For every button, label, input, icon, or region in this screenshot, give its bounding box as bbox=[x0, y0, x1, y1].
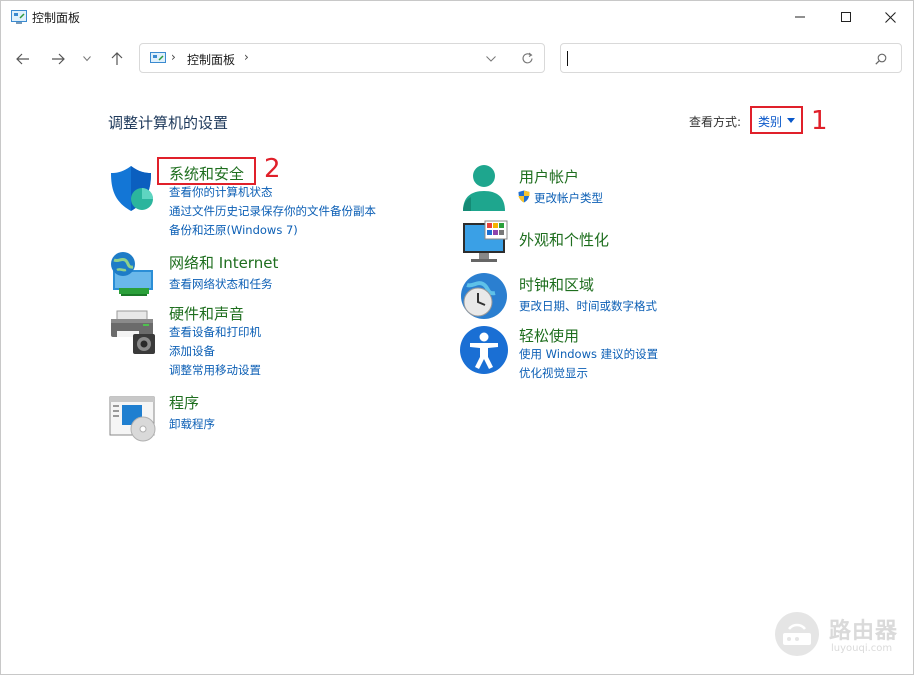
arrow-left-icon bbox=[16, 53, 29, 65]
accessibility-icon[interactable] bbox=[459, 325, 509, 375]
watermark: 路由器 luyouqi.com bbox=[771, 611, 901, 661]
title-bar: 控制面板 bbox=[1, 1, 913, 33]
appearance-monitor-icon[interactable] bbox=[459, 217, 509, 267]
view-by-label: 查看方式: bbox=[689, 115, 742, 129]
view-by-value[interactable]: 类别 bbox=[758, 113, 782, 130]
maximize-button[interactable] bbox=[823, 1, 869, 33]
link-uninstall-program[interactable]: 卸载程序 bbox=[169, 416, 215, 432]
network-globe-icon[interactable] bbox=[107, 250, 157, 300]
chevron-down-icon bbox=[83, 56, 91, 62]
chevron-right-icon[interactable]: › bbox=[244, 50, 249, 64]
watermark-text: 路由器 bbox=[829, 619, 899, 644]
search-input[interactable] bbox=[560, 43, 902, 73]
caret-down-icon[interactable] bbox=[787, 118, 795, 123]
category-system-security[interactable]: 系统和安全 bbox=[169, 163, 244, 184]
page-title: 调整计算机的设置 bbox=[108, 114, 229, 132]
annotation-marker-1: 1 bbox=[811, 106, 828, 136]
category-network-internet[interactable]: 网络和 Internet bbox=[169, 252, 278, 273]
control-panel-icon bbox=[11, 10, 27, 24]
link-view-computer-status[interactable]: 查看你的计算机状态 bbox=[169, 184, 273, 200]
link-file-history[interactable]: 通过文件历史记录保存你的文件备份副本 bbox=[169, 203, 376, 219]
user-account-icon[interactable] bbox=[459, 163, 509, 213]
breadcrumb-control-panel[interactable]: 控制面板 bbox=[187, 51, 235, 68]
address-dropdown-icon[interactable] bbox=[486, 56, 496, 62]
category-hardware-sound[interactable]: 硬件和声音 bbox=[169, 303, 244, 324]
close-icon bbox=[884, 11, 896, 23]
text-cursor bbox=[567, 51, 568, 66]
link-mobility-settings[interactable]: 调整常用移动设置 bbox=[169, 362, 261, 378]
uac-shield-icon bbox=[518, 190, 530, 203]
link-devices-printers[interactable]: 查看设备和打印机 bbox=[169, 324, 261, 340]
link-change-account-type[interactable]: 更改帐户类型 bbox=[534, 190, 603, 206]
clock-globe-icon[interactable] bbox=[459, 271, 509, 321]
search-icon[interactable] bbox=[875, 53, 887, 65]
forward-button[interactable] bbox=[46, 47, 70, 71]
refresh-icon[interactable] bbox=[521, 52, 534, 65]
arrow-right-icon bbox=[52, 53, 65, 65]
minimize-icon bbox=[795, 16, 805, 18]
category-programs[interactable]: 程序 bbox=[169, 392, 199, 413]
category-clock-region[interactable]: 时钟和区域 bbox=[519, 274, 594, 295]
shield-icon[interactable] bbox=[107, 164, 157, 214]
link-change-date-time-format[interactable]: 更改日期、时间或数字格式 bbox=[519, 298, 657, 314]
category-ease-of-access[interactable]: 轻松使用 bbox=[519, 325, 579, 346]
control-panel-icon bbox=[150, 52, 166, 63]
watermark-url: luyouqi.com bbox=[831, 643, 893, 654]
link-optimize-visual-display[interactable]: 优化视觉显示 bbox=[519, 365, 588, 381]
view-by-dropdown[interactable]: 类别 bbox=[750, 106, 803, 134]
printer-speaker-icon[interactable] bbox=[107, 307, 157, 357]
close-button[interactable] bbox=[867, 1, 913, 33]
chevron-right-icon[interactable]: › bbox=[171, 50, 176, 64]
router-logo-icon bbox=[775, 612, 819, 656]
back-button[interactable] bbox=[11, 47, 35, 71]
category-user-accounts[interactable]: 用户帐户 bbox=[519, 166, 579, 187]
window-title: 控制面板 bbox=[32, 11, 81, 25]
category-appearance-personalization[interactable]: 外观和个性化 bbox=[519, 229, 609, 250]
recent-locations-button[interactable] bbox=[77, 47, 97, 71]
arrow-up-icon bbox=[111, 52, 123, 65]
address-bar[interactable]: › 控制面板 › bbox=[139, 43, 545, 73]
link-backup-restore[interactable]: 备份和还原(Windows 7) bbox=[169, 222, 298, 238]
maximize-icon bbox=[841, 12, 851, 22]
up-button[interactable] bbox=[105, 47, 129, 71]
link-network-status[interactable]: 查看网络状态和任务 bbox=[169, 276, 273, 292]
annotation-marker-2: 2 bbox=[264, 154, 281, 184]
link-recommended-settings[interactable]: 使用 Windows 建议的设置 bbox=[519, 346, 658, 362]
programs-icon[interactable] bbox=[107, 393, 157, 443]
control-panel-window: 控制面板 › 控制面板 › 调整计算机的设置 查看方式: 类别 1 系统和安全 … bbox=[0, 0, 914, 675]
minimize-button[interactable] bbox=[777, 1, 823, 33]
link-add-device[interactable]: 添加设备 bbox=[169, 343, 215, 359]
